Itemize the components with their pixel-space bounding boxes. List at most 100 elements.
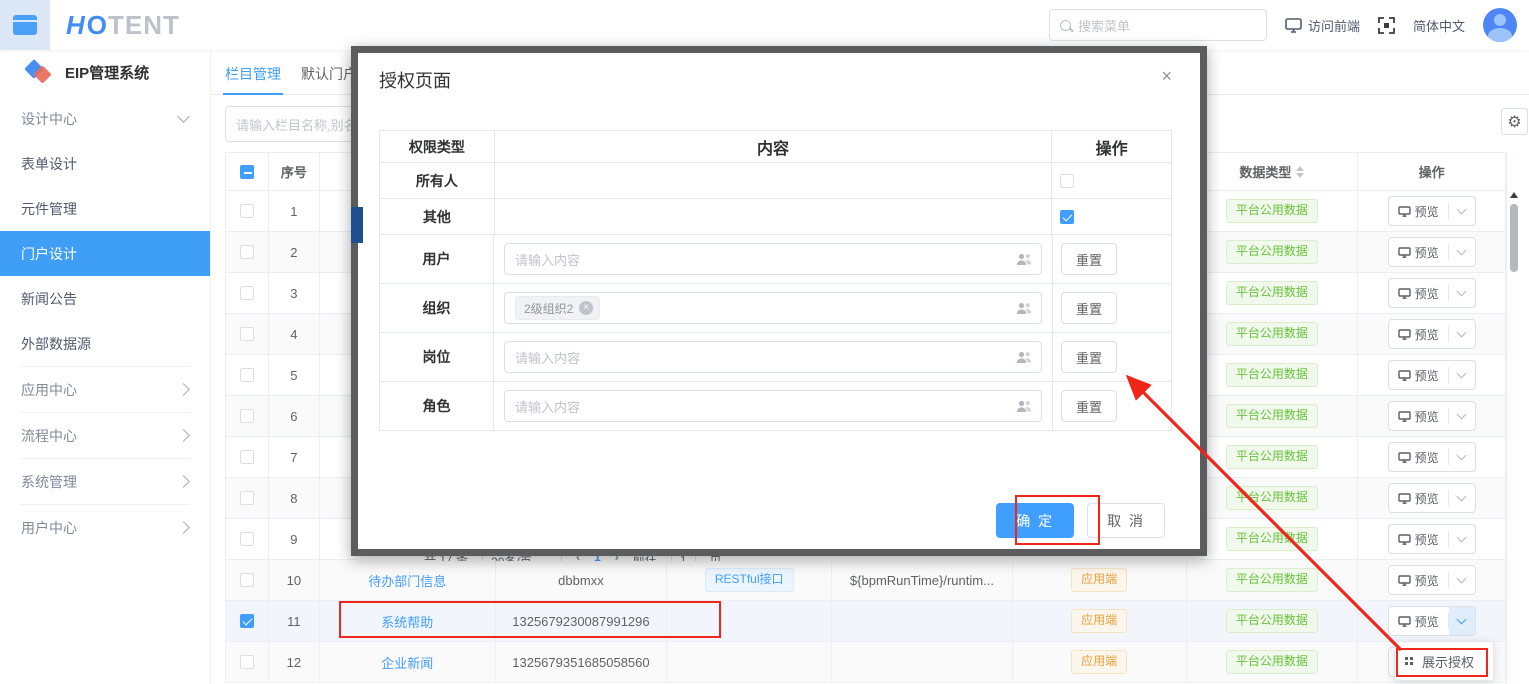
- row-checkbox[interactable]: [240, 573, 254, 587]
- sidebar-item-门户设计[interactable]: 门户设计: [0, 231, 210, 276]
- table-scrollbar[interactable]: [1506, 152, 1521, 684]
- preview-split-button[interactable]: 预览: [1388, 319, 1476, 349]
- row-index: 8: [290, 491, 297, 506]
- row-checkbox[interactable]: [240, 655, 254, 669]
- preview-dropdown-toggle[interactable]: [1449, 566, 1475, 594]
- row-checkbox[interactable]: [240, 245, 254, 259]
- fullscreen-icon: [1378, 17, 1395, 34]
- chevron-down-icon: [1457, 204, 1467, 214]
- member-picker-input[interactable]: × 请输入内容: [504, 390, 1042, 422]
- preview-button[interactable]: 预览: [1389, 320, 1448, 348]
- preview-split-button[interactable]: 预览: [1388, 196, 1476, 226]
- preview-dropdown-toggle[interactable]: [1449, 484, 1475, 512]
- people-picker-icon[interactable]: [1016, 351, 1032, 364]
- permission-checkbox[interactable]: [1060, 174, 1074, 188]
- people-picker-icon[interactable]: [1016, 302, 1032, 315]
- preview-split-button[interactable]: 预览: [1388, 278, 1476, 308]
- reset-button[interactable]: 重置: [1061, 341, 1117, 373]
- preview-button[interactable]: 预览: [1389, 238, 1448, 266]
- member-picker-input[interactable]: × 请输入内容: [504, 243, 1042, 275]
- preview-button[interactable]: 预览: [1389, 361, 1448, 389]
- sidebar-item-新闻公告[interactable]: 新闻公告: [0, 276, 210, 321]
- preview-dropdown-toggle[interactable]: [1449, 402, 1475, 430]
- table-row[interactable]: 11 系统帮助 1325679230087991296 应用端 平台公用数据 预…: [226, 601, 1505, 642]
- reset-button[interactable]: 重置: [1061, 390, 1117, 422]
- preview-split-button[interactable]: 预览: [1388, 360, 1476, 390]
- close-icon[interactable]: ×: [1161, 67, 1172, 85]
- row-checkbox[interactable]: [240, 204, 254, 218]
- preview-button[interactable]: 预览: [1389, 525, 1448, 553]
- table-settings-button[interactable]: ⚙: [1501, 108, 1528, 135]
- column-name-link[interactable]: 企业新闻: [381, 653, 433, 672]
- confirm-button[interactable]: 确 定: [996, 503, 1074, 538]
- row-checkbox[interactable]: [240, 409, 254, 423]
- row-checkbox[interactable]: [240, 491, 254, 505]
- preview-dropdown-toggle[interactable]: [1449, 238, 1475, 266]
- row-checkbox[interactable]: [240, 614, 254, 628]
- sort-caret-icon[interactable]: [1296, 166, 1304, 178]
- sidebar-toggle-button[interactable]: [0, 0, 50, 50]
- tab-default-portal[interactable]: 默认门户: [301, 55, 357, 95]
- tag-close-icon[interactable]: ×: [579, 301, 593, 315]
- preview-split-button[interactable]: 预览: [1388, 401, 1476, 431]
- sidebar-item-流程中心[interactable]: 流程中心: [0, 413, 210, 458]
- user-avatar[interactable]: [1483, 8, 1517, 42]
- preview-dropdown-toggle[interactable]: [1449, 197, 1475, 225]
- preview-button[interactable]: 预览: [1389, 566, 1448, 594]
- preview-dropdown-toggle[interactable]: [1449, 361, 1475, 389]
- row-checkbox[interactable]: [240, 286, 254, 300]
- scroll-up-icon[interactable]: [1510, 192, 1518, 198]
- reset-button[interactable]: 重置: [1061, 243, 1117, 275]
- sidebar-item-应用中心[interactable]: 应用中心: [0, 367, 210, 412]
- sidebar-item-元件管理[interactable]: 元件管理: [0, 186, 210, 231]
- row-checkbox[interactable]: [240, 532, 254, 546]
- reset-button[interactable]: 重置: [1061, 292, 1117, 324]
- column-name-link[interactable]: 系统帮助: [381, 612, 433, 631]
- preview-button[interactable]: 预览: [1389, 279, 1448, 307]
- cancel-button[interactable]: 取 消: [1087, 503, 1165, 538]
- preview-dropdown-toggle[interactable]: [1449, 525, 1475, 553]
- permission-checkbox[interactable]: [1060, 210, 1074, 224]
- table-row[interactable]: 12 企业新闻 1325679351685058560 应用端 平台公用数据 预…: [226, 642, 1505, 683]
- member-picker-input[interactable]: 2级组织2 ×: [504, 292, 1042, 324]
- select-all-checkbox[interactable]: [240, 165, 254, 179]
- people-picker-icon[interactable]: [1016, 253, 1032, 266]
- preview-dropdown-toggle[interactable]: [1449, 320, 1475, 348]
- preview-dropdown-toggle[interactable]: [1449, 279, 1475, 307]
- row-checkbox[interactable]: [240, 327, 254, 341]
- preview-button[interactable]: 预览: [1389, 402, 1448, 430]
- sidebar-item-系统管理[interactable]: 系统管理: [0, 459, 210, 504]
- preview-dropdown-toggle[interactable]: [1449, 607, 1475, 635]
- sidebar-item-外部数据源[interactable]: 外部数据源: [0, 321, 210, 366]
- row-checkbox[interactable]: [240, 368, 254, 382]
- preview-split-button[interactable]: 预览: [1388, 483, 1476, 513]
- sidebar-item-表单设计[interactable]: 表单设计: [0, 141, 210, 186]
- preview-button[interactable]: 预览: [1389, 443, 1448, 471]
- table-row[interactable]: 10 待办部门信息 dbbmxx RESTful接口 ${bpmRunTime}…: [226, 560, 1505, 601]
- preview-button[interactable]: 预览: [1389, 484, 1448, 512]
- col-data-type[interactable]: 数据类型: [1187, 153, 1359, 190]
- menu-search-input[interactable]: 搜索菜单: [1049, 9, 1267, 41]
- preview-dropdown-toggle[interactable]: [1449, 443, 1475, 471]
- sidebar-item-用户中心[interactable]: 用户中心: [0, 505, 210, 550]
- logo-h: H: [66, 10, 86, 41]
- preview-split-button[interactable]: 预览: [1388, 565, 1476, 595]
- row-checkbox[interactable]: [240, 450, 254, 464]
- visit-frontend-button[interactable]: 访问前端: [1285, 16, 1360, 35]
- member-picker-input[interactable]: × 请输入内容: [504, 341, 1042, 373]
- tab-column-management[interactable]: 栏目管理: [225, 55, 281, 95]
- language-switcher[interactable]: 简体中文: [1413, 16, 1465, 35]
- fullscreen-button[interactable]: [1378, 17, 1395, 34]
- preview-split-button[interactable]: 预览: [1388, 442, 1476, 472]
- preview-split-button[interactable]: 预览: [1388, 237, 1476, 267]
- show-authorization-menu-item[interactable]: 展示授权: [1395, 642, 1493, 680]
- preview-button[interactable]: 预览: [1389, 607, 1448, 635]
- side-badge: 应用端: [1071, 609, 1127, 633]
- column-name-link[interactable]: 待办部门信息: [368, 571, 446, 590]
- preview-split-button[interactable]: 预览: [1388, 606, 1476, 636]
- preview-button[interactable]: 预览: [1389, 197, 1448, 225]
- preview-split-button[interactable]: 预览: [1388, 524, 1476, 554]
- sidebar-item-设计中心[interactable]: 设计中心: [0, 96, 210, 141]
- people-picker-icon[interactable]: [1016, 400, 1032, 413]
- scrollbar-thumb[interactable]: [1510, 204, 1518, 272]
